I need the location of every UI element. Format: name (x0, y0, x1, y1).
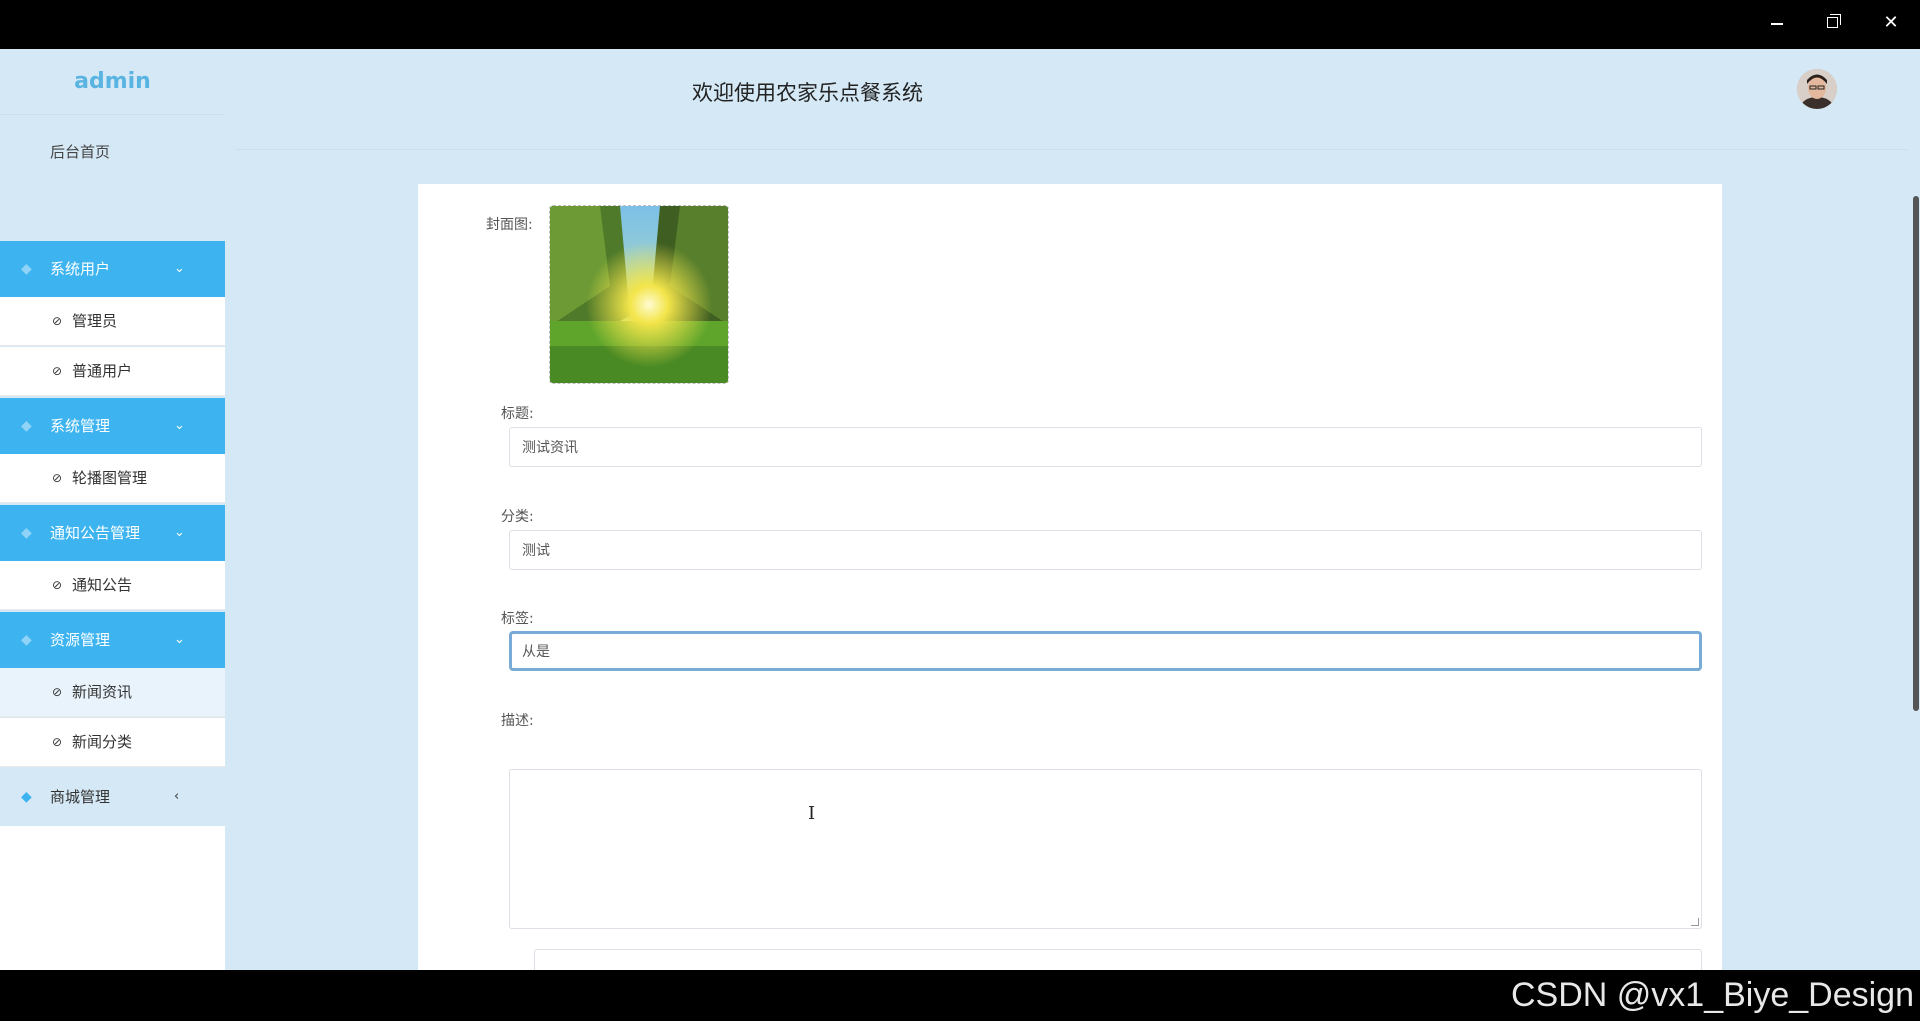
diamond-icon: ◆ (21, 789, 32, 805)
chevron-down-icon: ⌄ (174, 261, 185, 276)
sidebar-item-news[interactable]: ⊘ 新闻资讯 (0, 668, 225, 717)
check-circle-icon: ⊘ (52, 314, 63, 328)
check-circle-icon: ⊘ (52, 578, 63, 592)
bottom-bar: CSDN @vx1_Biye_Design (0, 970, 1920, 1021)
chevron-down-icon: ⌄ (174, 418, 185, 433)
menu-group-label: 系统用户 (50, 260, 111, 278)
minimize-icon[interactable] (1760, 8, 1794, 38)
scrollbar-thumb[interactable] (1913, 196, 1919, 711)
description-label: 描述: (501, 713, 534, 729)
sidebar-item-carousel[interactable]: ⊘ 轮播图管理 (0, 454, 225, 503)
avatar-image (1797, 69, 1837, 109)
top-header: admin 欢迎使用农家乐点餐系统 (0, 49, 1920, 149)
menu-group-label: 资源管理 (50, 631, 111, 649)
check-circle-icon: ⊘ (52, 364, 63, 378)
cover-image-upload[interactable] (549, 205, 729, 384)
diamond-icon: ◆ (21, 525, 32, 541)
sidebar-item-home[interactable]: 后台首页 (0, 117, 225, 187)
cover-label: 封面图: (486, 217, 533, 233)
sidebar-item-label: 管理员 (72, 312, 118, 330)
sidebar-item-admin[interactable]: ⊘ 管理员 (0, 297, 225, 346)
menu-group-system-management[interactable]: ◆ 系统管理 ⌄ (0, 398, 225, 454)
sidebar-item-label: 新闻分类 (72, 733, 133, 751)
sidebar-item-label: 普通用户 (72, 362, 133, 380)
content-editor[interactable] (534, 949, 1702, 970)
brand-logo[interactable]: admin (0, 49, 225, 115)
sidebar-item-notice[interactable]: ⊘ 通知公告 (0, 561, 225, 610)
app-window: admin 欢迎使用农家乐点餐系统 后台首页 ◆ 系统用户 ⌄ ⊘ 管理员 ⊘ (0, 49, 1920, 970)
menu-group-mall-management[interactable]: ◆ 商城管理 ‹ (0, 769, 225, 825)
chevron-left-icon: ‹ (174, 789, 180, 804)
page-title: 欢迎使用农家乐点餐系统 (692, 81, 923, 105)
check-circle-icon: ⊘ (52, 685, 63, 699)
description-textarea[interactable] (509, 769, 1702, 929)
sidebar-empty-area (0, 826, 225, 970)
cover-image (550, 206, 728, 383)
close-icon[interactable]: ✕ (1874, 8, 1908, 38)
sidebar-item-news-category[interactable]: ⊘ 新闻分类 (0, 718, 225, 767)
sidebar-item-label: 轮播图管理 (72, 469, 148, 487)
menu-group-label: 商城管理 (50, 788, 111, 806)
diamond-icon: ◆ (21, 632, 32, 648)
menu-group-label: 系统管理 (50, 417, 111, 435)
category-input[interactable] (509, 530, 1702, 570)
sidebar-item-label: 通知公告 (72, 576, 133, 594)
tags-input[interactable] (509, 631, 1702, 671)
check-circle-icon: ⊘ (52, 471, 63, 485)
text-cursor-icon: I (808, 803, 816, 824)
title-input[interactable] (509, 427, 1702, 467)
title-label: 标题: (501, 406, 534, 422)
category-label: 分类: (501, 509, 534, 525)
resize-handle-icon[interactable] (1691, 918, 1699, 926)
avatar[interactable] (1797, 69, 1837, 109)
sidebar-item-users[interactable]: ⊘ 普通用户 (0, 347, 225, 396)
watermark-text: CSDN @vx1_Biye_Design (1510, 976, 1914, 1014)
tags-label: 标签: (501, 611, 534, 627)
menu-group-system-users[interactable]: ◆ 系统用户 ⌄ (0, 241, 225, 297)
menu-group-resource-management[interactable]: ◆ 资源管理 ⌄ (0, 612, 225, 668)
diamond-icon: ◆ (21, 261, 32, 277)
chevron-down-icon: ⌄ (174, 632, 185, 647)
chevron-down-icon: ⌄ (174, 525, 185, 540)
edit-form-card: 封面图: 标题: 测试资讯 分类: 测试 标签: 从是 描述: (418, 184, 1722, 970)
check-circle-icon: ⊘ (52, 735, 63, 749)
window-titlebar: ✕ (0, 0, 1920, 49)
diamond-icon: ◆ (21, 418, 32, 434)
menu-group-notice-management[interactable]: ◆ 通知公告管理 ⌄ (0, 505, 225, 561)
restore-icon[interactable] (1816, 8, 1850, 38)
sidebar: 后台首页 ◆ 系统用户 ⌄ ⊘ 管理员 ⊘ 普通用户 ◆ 系统管理 ⌄ ⊘ 轮播… (0, 115, 225, 970)
sidebar-item-label: 新闻资讯 (72, 683, 133, 701)
menu-group-label: 通知公告管理 (50, 524, 141, 542)
